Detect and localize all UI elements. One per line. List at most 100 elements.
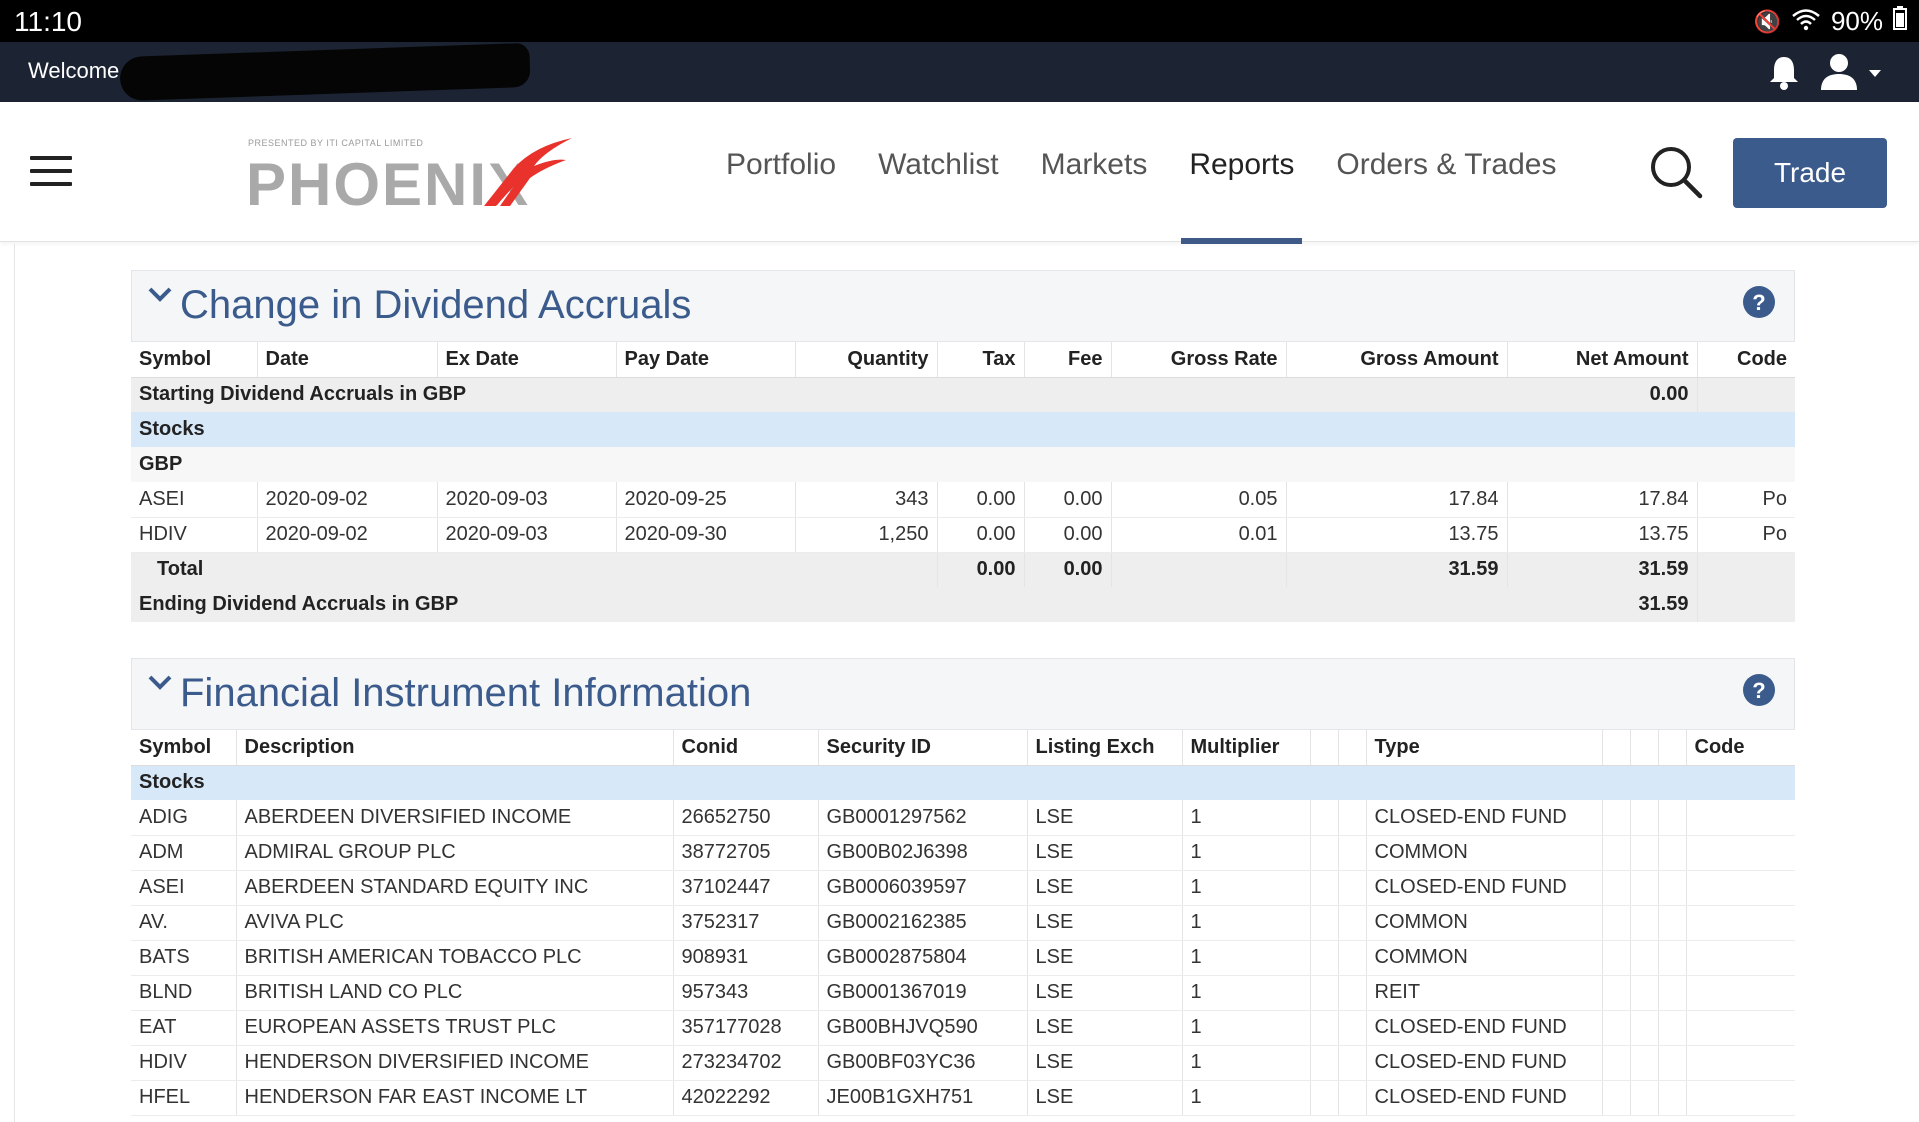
starting-accruals-row: Starting Dividend Accruals in GBP 0.00 [131, 377, 1795, 412]
empty-cell [1602, 870, 1631, 906]
symbol-cell[interactable]: HFEL [131, 1080, 237, 1116]
code-cell: Po [1697, 482, 1795, 518]
type-cell: CLOSED-END FUND [1366, 870, 1603, 906]
column-header[interactable]: Listing Exch [1027, 730, 1183, 766]
table-row: HFEL HENDERSON FAR EAST INCOME LT 42022292… [131, 1080, 1795, 1116]
empty-cell [1338, 800, 1367, 836]
column-header[interactable]: Multiplier [1182, 730, 1311, 766]
column-header[interactable]: Ex Date [437, 342, 617, 378]
empty-cell [1310, 975, 1339, 1011]
column-header[interactable]: Description [236, 730, 674, 766]
conid-cell: 26652750 [673, 800, 819, 836]
trade-button[interactable]: Trade [1733, 138, 1887, 208]
column-header[interactable]: Gross Rate [1111, 342, 1287, 378]
total-tax: 0.00 [937, 552, 1025, 587]
dividend-accruals-header[interactable]: Change in Dividend Accruals ? [131, 270, 1795, 342]
chevron-down-icon[interactable] [148, 673, 172, 693]
help-icon[interactable]: ? [1742, 285, 1776, 319]
nav-item-orders-trades[interactable]: Orders & Trades [1336, 148, 1556, 182]
column-header[interactable]: Code [1697, 342, 1795, 378]
empty-cell [1658, 800, 1687, 836]
symbol-cell[interactable]: HDIV [131, 1045, 237, 1081]
empty-cell [1602, 835, 1631, 871]
report-content: Change in Dividend Accruals ? Symbol Dat… [14, 244, 1919, 1122]
empty-cell [1630, 1045, 1659, 1081]
symbol-cell[interactable]: AV. [131, 905, 237, 941]
table-row: ASEI ABERDEEN STANDARD EQUITY INC 37102447… [131, 870, 1795, 906]
table-header-row: Symbol Description Conid Security ID Lis… [131, 730, 1795, 766]
column-header[interactable]: Pay Date [616, 342, 796, 378]
column-header[interactable]: Type [1366, 730, 1603, 766]
battery-level: 90% [1830, 6, 1883, 36]
net-amount-cell: 17.84 [1507, 482, 1698, 518]
empty-cell [1658, 870, 1687, 906]
help-icon[interactable]: ? [1742, 673, 1776, 707]
column-header[interactable]: Code [1686, 730, 1795, 766]
search-icon[interactable] [1648, 144, 1704, 200]
column-header[interactable]: Symbol [131, 342, 258, 378]
column-header[interactable] [1658, 730, 1687, 766]
conid-cell: 273234702 [673, 1045, 819, 1081]
column-header[interactable]: Date [257, 342, 438, 378]
column-header[interactable]: Quantity [795, 342, 938, 378]
table-row: ASEI 2020-09-02 2020-09-03 2020-09-25 34… [131, 482, 1795, 518]
financial-instrument-table: Symbol Description Conid Security ID Lis… [131, 730, 1795, 1116]
column-header[interactable]: Gross Amount [1286, 342, 1508, 378]
symbol-cell[interactable]: ASEI [131, 482, 258, 518]
symbol-cell[interactable]: ASEI [131, 870, 237, 906]
notifications-bell-icon[interactable] [1767, 54, 1801, 90]
phoenix-logo[interactable]: PRESENTED BY ITI CAPITAL LIMITED PHOENIX [246, 138, 576, 218]
svg-text:?: ? [1752, 678, 1765, 703]
total-fee: 0.00 [1024, 552, 1112, 587]
listing-exch-cell: LSE [1027, 975, 1183, 1011]
empty-cell [1602, 1010, 1631, 1046]
logo-presented-by: PRESENTED BY ITI CAPITAL LIMITED [248, 138, 424, 148]
security-id-cell: GB0002875804 [818, 940, 1028, 976]
empty-cell [1697, 377, 1795, 412]
code-cell [1686, 1080, 1795, 1116]
code-cell [1686, 1045, 1795, 1081]
empty-cell [1658, 1080, 1687, 1116]
empty-cell [1310, 835, 1339, 871]
conid-cell: 37102447 [673, 870, 819, 906]
multiplier-cell: 1 [1182, 975, 1311, 1011]
symbol-cell[interactable]: BLND [131, 975, 237, 1011]
gross-amount-cell: 17.84 [1286, 482, 1508, 518]
phoenix-wing-icon [484, 138, 572, 206]
column-header[interactable]: Conid [673, 730, 819, 766]
column-header[interactable] [1602, 730, 1631, 766]
description-cell: AVIVA PLC [236, 905, 674, 941]
date-cell: 2020-09-02 [257, 517, 438, 553]
column-header[interactable] [1338, 730, 1367, 766]
column-header[interactable]: Security ID [818, 730, 1028, 766]
user-menu-icon[interactable] [1819, 52, 1889, 92]
type-cell: CLOSED-END FUND [1366, 1010, 1603, 1046]
empty-cell [1338, 870, 1367, 906]
column-header[interactable]: Symbol [131, 730, 237, 766]
empty-cell [1630, 940, 1659, 976]
hamburger-menu-icon[interactable] [30, 156, 72, 186]
ending-accruals-label: Ending Dividend Accruals in GBP [131, 587, 1507, 622]
symbol-cell[interactable]: EAT [131, 1010, 237, 1046]
column-header[interactable]: Net Amount [1507, 342, 1698, 378]
column-header[interactable] [1310, 730, 1339, 766]
symbol-cell[interactable]: ADM [131, 835, 237, 871]
chevron-down-icon[interactable] [148, 285, 172, 305]
column-header[interactable] [1630, 730, 1659, 766]
financial-instrument-header[interactable]: Financial Instrument Information ? [131, 658, 1795, 730]
nav-item-watchlist[interactable]: Watchlist [878, 148, 999, 182]
symbol-cell[interactable]: ADIG [131, 800, 237, 836]
description-cell: HENDERSON FAR EAST INCOME LT [236, 1080, 674, 1116]
nav-item-markets[interactable]: Markets [1041, 148, 1148, 182]
nav-item-reports[interactable]: Reports [1181, 148, 1303, 244]
symbol-cell[interactable]: HDIV [131, 517, 258, 553]
empty-cell [1310, 800, 1339, 836]
column-header[interactable]: Fee [1024, 342, 1112, 378]
type-cell: CLOSED-END FUND [1366, 1080, 1603, 1116]
fee-cell: 0.00 [1024, 482, 1112, 518]
column-header[interactable]: Tax [937, 342, 1025, 378]
group-label: Stocks [131, 412, 1795, 447]
empty-cell [1338, 905, 1367, 941]
nav-item-portfolio[interactable]: Portfolio [726, 148, 836, 182]
symbol-cell[interactable]: BATS [131, 940, 237, 976]
